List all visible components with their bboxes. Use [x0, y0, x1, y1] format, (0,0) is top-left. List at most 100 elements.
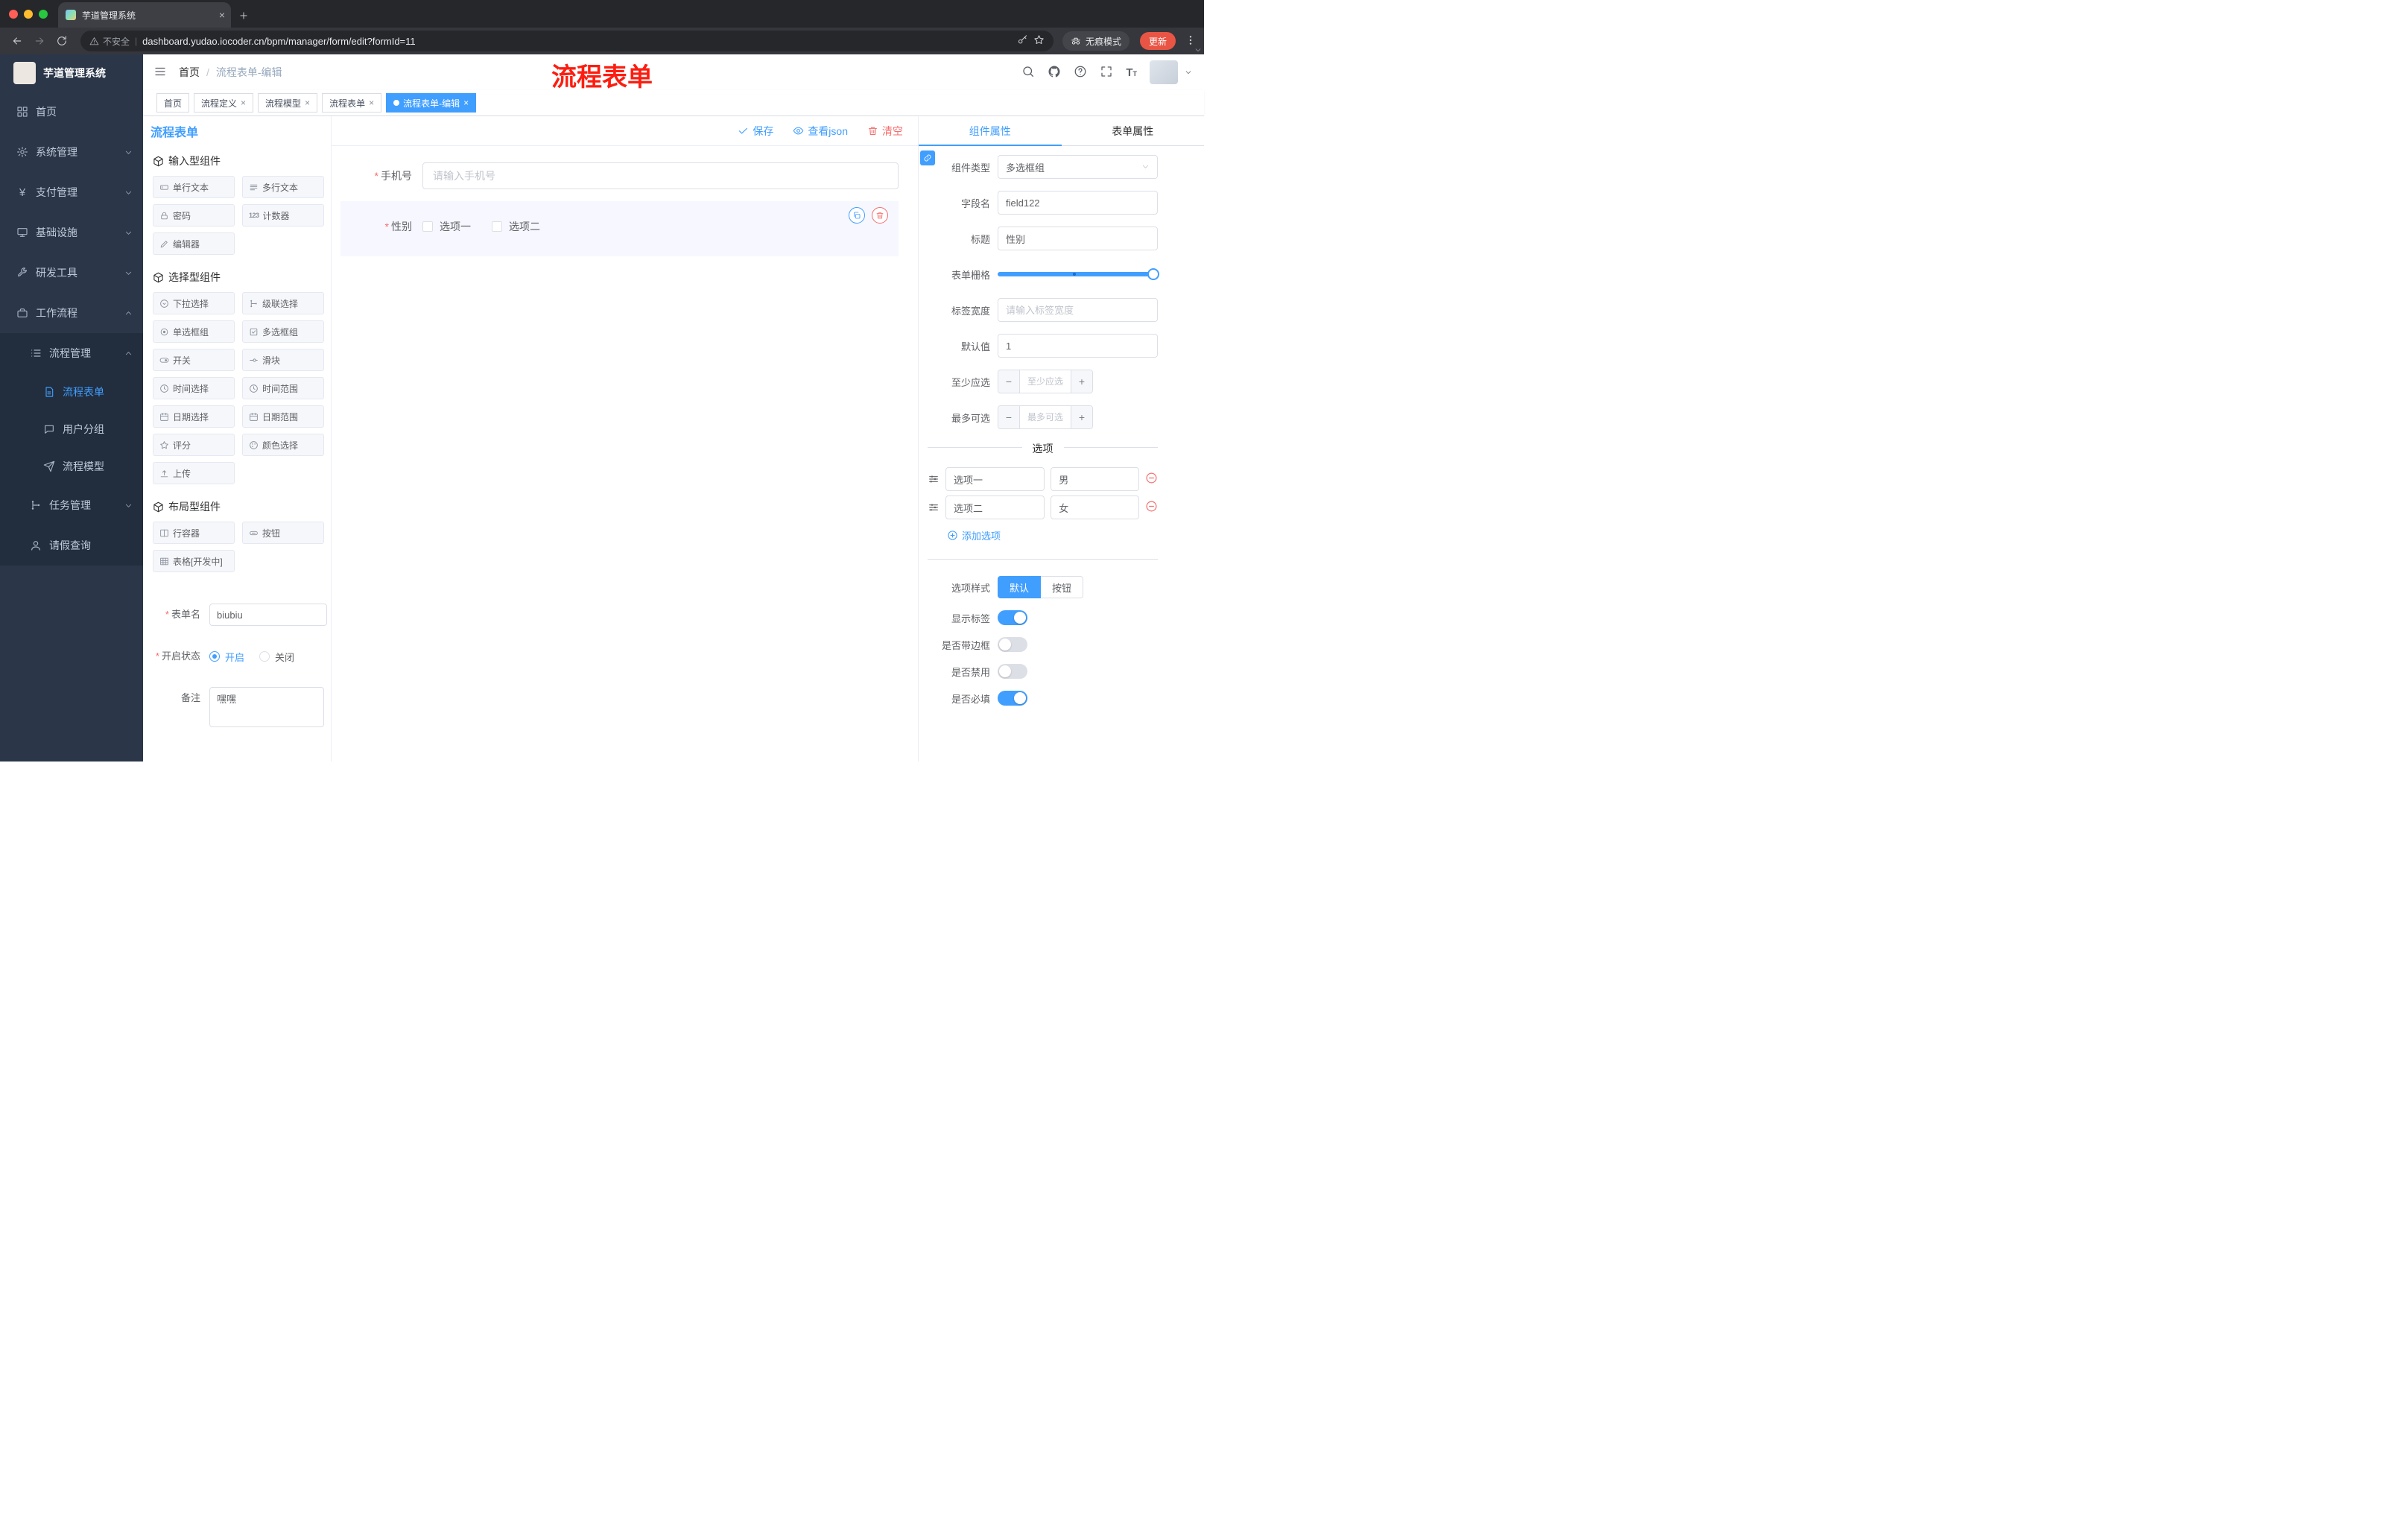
save-button[interactable]: 保存	[738, 124, 773, 139]
tag-process-model[interactable]: 流程模型 ×	[258, 93, 318, 113]
required-switch[interactable]	[998, 691, 1027, 706]
sidebar-item-infrastructure[interactable]: 基础设施	[0, 212, 143, 253]
style-button-button[interactable]: 按钮	[1041, 576, 1084, 598]
component-rate[interactable]: 评分	[153, 434, 235, 456]
reload-button[interactable]	[52, 31, 72, 51]
phone-field-row[interactable]: * 手机号	[340, 162, 899, 189]
sidebar-item-process-model[interactable]: 流程模型	[0, 448, 143, 485]
view-json-button[interactable]: 查看json	[793, 124, 848, 139]
max-select-input[interactable]	[1020, 406, 1071, 428]
tag-process-form[interactable]: 流程表单 ×	[322, 93, 382, 113]
component-radio-group[interactable]: 单选框组	[153, 320, 235, 343]
stepper-decrease-button[interactable]: −	[998, 406, 1020, 428]
sidebar-item-home[interactable]: 首页	[0, 92, 143, 132]
tag-close-icon[interactable]: ×	[463, 98, 469, 107]
gender-option-2[interactable]: 选项二	[492, 219, 540, 234]
tab-close-icon[interactable]: ×	[219, 10, 225, 20]
option-value-input[interactable]	[1051, 495, 1139, 519]
sidebar-item-process-management[interactable]: 流程管理	[0, 333, 143, 373]
component-single-line-text[interactable]: 单行文本	[153, 176, 235, 198]
component-button[interactable]: 按钮	[242, 522, 324, 544]
component-upload[interactable]: 上传	[153, 462, 235, 484]
gender-option-1[interactable]: 选项一	[422, 219, 471, 234]
option-value-input[interactable]	[1051, 467, 1139, 491]
url-text[interactable]: dashboard.yudao.iocoder.cn/bpm/manager/f…	[142, 36, 1012, 47]
checkbox[interactable]	[422, 221, 433, 232]
github-icon[interactable]	[1048, 65, 1061, 80]
stepper-increase-button[interactable]: +	[1071, 406, 1092, 428]
tag-close-icon[interactable]: ×	[305, 98, 310, 107]
form-grid-slider[interactable]	[998, 262, 1159, 286]
status-off-radio[interactable]: 关闭	[259, 650, 294, 664]
browser-tab[interactable]: 芋道管理系统 ×	[58, 2, 231, 28]
search-icon[interactable]	[1021, 65, 1035, 80]
sidebar-item-system-management[interactable]: 系统管理	[0, 132, 143, 172]
avatar-caret-icon[interactable]	[1185, 66, 1192, 78]
field-name-input[interactable]	[998, 191, 1158, 215]
component-table[interactable]: 表格[开发中]	[153, 550, 235, 572]
component-date-picker[interactable]: 日期选择	[153, 405, 235, 428]
status-on-radio[interactable]: 开启	[209, 650, 244, 664]
avatar[interactable]	[1150, 60, 1178, 84]
bookmark-star-icon[interactable]	[1033, 34, 1045, 48]
breadcrumb-home[interactable]: 首页	[179, 65, 200, 80]
remove-option-icon[interactable]	[1145, 472, 1158, 487]
component-color-picker[interactable]: 颜色选择	[242, 434, 324, 456]
site-security-indicator[interactable]: 不安全	[89, 35, 130, 48]
default-value-input[interactable]	[998, 334, 1158, 358]
component-time-range[interactable]: 时间范围	[242, 377, 324, 399]
option-label-input[interactable]	[945, 467, 1045, 491]
component-select[interactable]: 下拉选择	[153, 292, 235, 314]
label-width-input[interactable]	[998, 298, 1158, 322]
tag-close-icon[interactable]: ×	[241, 98, 246, 107]
component-row-container[interactable]: 行容器	[153, 522, 235, 544]
clear-button[interactable]: 清空	[867, 124, 903, 139]
tag-process-form-edit[interactable]: 流程表单-编辑 ×	[386, 93, 477, 113]
sidebar-item-process-form[interactable]: 流程表单	[0, 373, 143, 411]
drag-handle-icon[interactable]	[928, 501, 940, 513]
component-cascader[interactable]: 级联选择	[242, 292, 324, 314]
component-checkbox-group[interactable]: 多选框组	[242, 320, 324, 343]
checkbox[interactable]	[492, 221, 502, 232]
stepper-increase-button[interactable]: +	[1071, 370, 1092, 393]
link-icon[interactable]	[920, 151, 935, 165]
tab-component-props[interactable]: 组件属性	[919, 116, 1062, 146]
tag-process-definition[interactable]: 流程定义 ×	[194, 93, 254, 113]
remove-option-icon[interactable]	[1145, 500, 1158, 515]
sidebar-item-dev-tools[interactable]: 研发工具	[0, 253, 143, 293]
component-multi-line-text[interactable]: 多行文本	[242, 176, 324, 198]
border-switch[interactable]	[998, 637, 1027, 652]
delete-widget-button[interactable]	[872, 207, 888, 224]
tag-home[interactable]: 首页	[156, 93, 190, 113]
selected-widget-gender[interactable]: * 性别 选项一 选项二	[340, 201, 899, 256]
component-switch[interactable]: 开关	[153, 349, 235, 371]
min-select-input[interactable]	[1020, 370, 1071, 393]
form-name-input[interactable]	[209, 604, 327, 626]
sidebar-item-task-management[interactable]: 任务管理	[0, 485, 143, 525]
component-date-range[interactable]: 日期范围	[242, 405, 324, 428]
style-default-button[interactable]: 默认	[998, 576, 1042, 598]
phone-input[interactable]	[422, 162, 899, 189]
sidebar-item-leave-query[interactable]: 请假查询	[0, 525, 143, 566]
help-icon[interactable]	[1074, 65, 1087, 80]
sidebar-item-payment-management[interactable]: ¥ 支付管理	[0, 172, 143, 212]
window-zoom-button[interactable]	[39, 9, 48, 19]
browser-update-button[interactable]: 更新	[1139, 32, 1176, 50]
component-type-select[interactable]: 多选框组	[998, 155, 1158, 179]
font-size-icon[interactable]: TT	[1126, 66, 1137, 79]
drag-handle-icon[interactable]	[928, 473, 940, 485]
fullscreen-icon[interactable]	[1100, 65, 1113, 80]
tag-close-icon[interactable]: ×	[369, 98, 374, 107]
password-key-icon[interactable]	[1017, 34, 1028, 48]
form-remark-textarea[interactable]: 嘿嘿	[209, 687, 324, 727]
component-slider[interactable]: 滑块	[242, 349, 324, 371]
add-option-button[interactable]: 添加选项	[947, 528, 1158, 542]
address-bar[interactable]: 不安全 | dashboard.yudao.iocoder.cn/bpm/man…	[80, 31, 1054, 51]
sidebar-toggle-icon[interactable]	[153, 65, 167, 80]
slider-handle[interactable]	[1147, 268, 1159, 280]
option-label-input[interactable]	[945, 495, 1045, 519]
stepper-decrease-button[interactable]: −	[998, 370, 1020, 393]
title-input[interactable]	[998, 227, 1158, 250]
forward-button[interactable]	[30, 31, 49, 51]
component-editor[interactable]: 编辑器	[153, 232, 235, 255]
